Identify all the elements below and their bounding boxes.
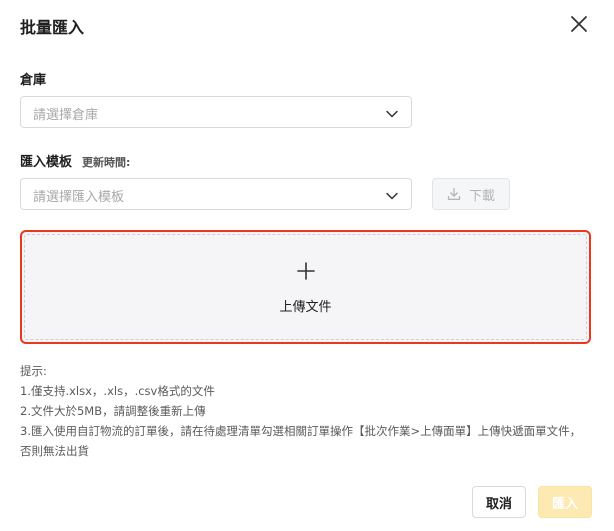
chevron-down-icon <box>386 192 398 200</box>
tip-line: 2.文件大於5MB，請調整後重新上傳 <box>20 404 206 418</box>
download-button-label: 下載 <box>468 188 495 204</box>
update-time-label: 更新時間: <box>82 156 131 169</box>
tips-title: 提示: <box>20 364 47 378</box>
warehouse-select-placeholder: 請選擇倉庫 <box>33 108 99 123</box>
upload-label: 上傳文件 <box>279 300 332 315</box>
tip-line: 1.僅支持.xlsx，.xls，.csv格式的文件 <box>20 384 215 398</box>
warehouse-select[interactable]: 請選擇倉庫 <box>20 96 412 128</box>
cancel-button[interactable]: 取消 <box>472 486 526 518</box>
tips-section: 提示: 1.僅支持.xlsx，.xls，.csv格式的文件 2.文件大於5MB，… <box>20 361 590 461</box>
warehouse-label: 倉庫 <box>20 73 47 88</box>
close-icon[interactable] <box>568 13 590 35</box>
tip-line: 3.匯入使用自訂物流的訂單後，請在待處理清單勾選相關訂單操作【批次作業>上傳面單… <box>20 424 582 458</box>
import-button[interactable]: 匯入 <box>538 486 592 518</box>
chevron-down-icon <box>386 110 398 118</box>
dialog-title: 批量匯入 <box>20 18 85 37</box>
upload-dropzone-border <box>24 234 587 340</box>
template-select[interactable]: 請選擇匯入模板 <box>20 178 412 210</box>
plus-icon <box>296 262 315 280</box>
upload-dropzone[interactable]: 上傳文件 <box>20 230 591 344</box>
template-label: 匯入模板 <box>20 155 73 170</box>
download-template-button[interactable]: 下載 <box>432 178 510 210</box>
template-select-placeholder: 請選擇匯入模板 <box>33 190 125 205</box>
batch-import-dialog: 批量匯入 倉庫 請選擇倉庫 匯入模板 更新時間: 請選擇匯入模板 下載 上傳文件… <box>0 0 614 531</box>
template-label-row: 匯入模板 更新時間: <box>20 151 130 170</box>
download-icon <box>447 187 461 200</box>
